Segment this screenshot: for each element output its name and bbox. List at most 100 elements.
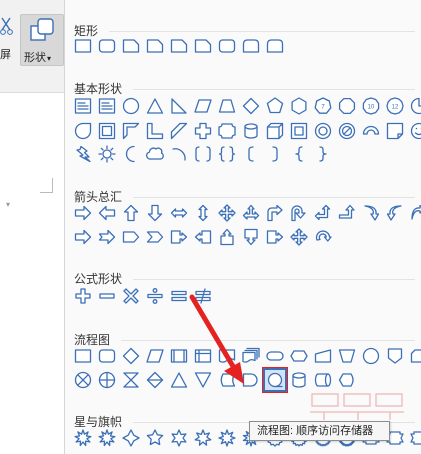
- round-diagonal-rectangle-icon[interactable]: [265, 36, 285, 56]
- octagon-icon[interactable]: [337, 96, 357, 116]
- left-arrow-icon[interactable]: [97, 203, 117, 223]
- up-arrow-icon[interactable]: [121, 203, 141, 223]
- flowchart-offpage-connector-icon[interactable]: [385, 346, 405, 366]
- moon-icon[interactable]: [121, 144, 141, 164]
- snip-same-side-rectangle-icon[interactable]: [145, 36, 165, 56]
- sun-icon[interactable]: [97, 144, 117, 164]
- bent-arrow-icon[interactable]: [265, 203, 285, 223]
- left-right-arrow-callout-icon[interactable]: [265, 227, 285, 247]
- flowchart-manual-input-icon[interactable]: [313, 346, 333, 366]
- cube-icon[interactable]: [265, 121, 285, 141]
- minus-icon[interactable]: [97, 286, 117, 306]
- left-arrow-callout-icon[interactable]: [193, 227, 213, 247]
- arrow-curve-icon[interactable]: [265, 0, 285, 1]
- trapezoid-icon[interactable]: [217, 96, 237, 116]
- left-up-arrow-icon[interactable]: [313, 203, 333, 223]
- hexagon-icon[interactable]: [289, 96, 309, 116]
- right-arrow-callout-icon[interactable]: [169, 227, 189, 247]
- flowchart-card-icon[interactable]: [409, 346, 421, 366]
- arc-icon[interactable]: [169, 144, 189, 164]
- left-brace-icon[interactable]: [289, 144, 309, 164]
- arrow-curve-icon[interactable]: [145, 0, 165, 1]
- multiply-icon[interactable]: [121, 286, 141, 306]
- flowchart-sequential-access-storage-icon[interactable]: [263, 368, 287, 392]
- flowchart-preparation-icon[interactable]: [289, 346, 309, 366]
- divide-icon[interactable]: [145, 286, 165, 306]
- quad-arrow-icon[interactable]: [217, 203, 237, 223]
- pie-icon[interactable]: [409, 96, 421, 116]
- down-arrow-icon[interactable]: [145, 203, 165, 223]
- smiley-face-icon[interactable]: [409, 121, 421, 141]
- diamond-icon[interactable]: [241, 96, 261, 116]
- arrow-curve-icon[interactable]: [241, 0, 261, 1]
- arrow-curve-icon[interactable]: [337, 0, 357, 1]
- right-arrow-icon[interactable]: [73, 203, 93, 223]
- flowchart-data-icon[interactable]: [145, 346, 165, 366]
- flowchart-terminator-icon[interactable]: [265, 346, 285, 366]
- curved-right-arrow-icon[interactable]: [361, 203, 381, 223]
- star-6-icon[interactable]: [169, 428, 189, 448]
- snip-round-rectangle-icon[interactable]: [193, 36, 213, 56]
- curved-left-arrow-icon[interactable]: [385, 203, 405, 223]
- dodecagon-icon[interactable]: 12: [385, 96, 405, 116]
- shapes-button[interactable]: 形状▾: [20, 14, 64, 66]
- arrow-curve-icon[interactable]: [97, 0, 117, 1]
- donut-icon[interactable]: [313, 121, 333, 141]
- cross-icon[interactable]: [193, 121, 213, 141]
- curved-up-arrow-icon[interactable]: [409, 203, 421, 223]
- flowchart-multidocument-icon[interactable]: [241, 346, 261, 366]
- left-right-arrow-icon[interactable]: [169, 203, 189, 223]
- flowchart-collate-icon[interactable]: [121, 370, 141, 390]
- equal-icon[interactable]: [169, 286, 189, 306]
- vertical-text-box-icon[interactable]: [97, 96, 117, 116]
- pentagon-icon[interactable]: [265, 96, 285, 116]
- cloud-callout-icon[interactable]: [361, 0, 381, 1]
- plus-icon[interactable]: [73, 286, 93, 306]
- flowchart-or-icon[interactable]: [97, 370, 117, 390]
- star-5-icon[interactable]: [145, 428, 165, 448]
- pentagon-arrow-icon[interactable]: [121, 227, 141, 247]
- star-7-icon[interactable]: [193, 428, 213, 448]
- triangle-icon[interactable]: [145, 96, 165, 116]
- flowchart-connector-icon[interactable]: [361, 346, 381, 366]
- folded-corner-icon[interactable]: [385, 121, 405, 141]
- arrow-curve-icon[interactable]: [313, 0, 333, 1]
- frame-icon[interactable]: [97, 121, 117, 141]
- teardrop-icon[interactable]: [73, 121, 93, 141]
- arrow-curve-icon[interactable]: [169, 0, 189, 1]
- no-symbol-icon[interactable]: [337, 121, 357, 141]
- star-4-icon[interactable]: [121, 428, 141, 448]
- flowchart-stored-data-icon[interactable]: [217, 370, 237, 390]
- quad-arrow-callout-icon[interactable]: [289, 227, 309, 247]
- right-bracket-icon[interactable]: [265, 144, 285, 164]
- flowchart-document-icon[interactable]: [217, 346, 237, 366]
- double-brace-icon[interactable]: [217, 144, 237, 164]
- up-arrow-callout-icon[interactable]: [217, 227, 237, 247]
- down-arrow-callout-icon[interactable]: [241, 227, 261, 247]
- parallelogram-icon[interactable]: [193, 96, 213, 116]
- explosion-1-icon[interactable]: [73, 428, 93, 448]
- curved-up-ribbon-icon[interactable]: [409, 428, 421, 448]
- arrow-curve-icon[interactable]: [289, 0, 309, 1]
- up-down-arrow-icon[interactable]: [193, 203, 213, 223]
- round-corner-rectangle-icon[interactable]: [217, 36, 237, 56]
- left-right-up-arrow-icon[interactable]: [241, 203, 261, 223]
- flowchart-extract-icon[interactable]: [169, 370, 189, 390]
- flowchart-alternate-process-icon[interactable]: [97, 346, 117, 366]
- flowchart-process-icon[interactable]: [73, 346, 93, 366]
- u-turn-arrow-icon[interactable]: [289, 203, 309, 223]
- round-same-side-rectangle-icon[interactable]: [241, 36, 261, 56]
- snip-diagonal-rectangle-icon[interactable]: [169, 36, 189, 56]
- snip-corner-rectangle-icon[interactable]: [121, 36, 141, 56]
- rectangle-icon[interactable]: [73, 36, 93, 56]
- rounded-rectangle-icon[interactable]: [97, 36, 117, 56]
- chevron-arrow-icon[interactable]: [145, 227, 165, 247]
- flowchart-merge-icon[interactable]: [193, 370, 213, 390]
- flowchart-sort-icon[interactable]: [145, 370, 165, 390]
- arrow-curve-icon[interactable]: [121, 0, 141, 1]
- arrow-curve-icon[interactable]: [217, 0, 237, 1]
- l-shape-icon[interactable]: [145, 121, 165, 141]
- block-arc-icon[interactable]: [361, 121, 381, 141]
- half-frame-icon[interactable]: [121, 121, 141, 141]
- right-brace-icon[interactable]: [313, 144, 333, 164]
